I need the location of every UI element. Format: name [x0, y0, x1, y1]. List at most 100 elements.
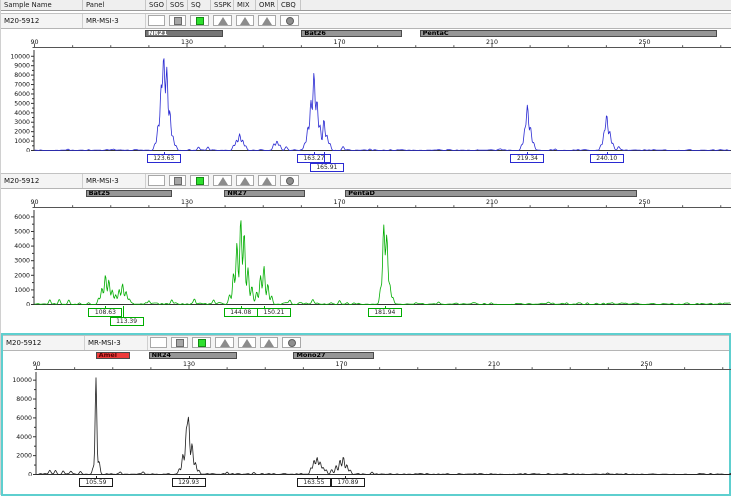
marker-bar-nr24[interactable]: NR24 — [149, 352, 237, 359]
peak-size-label[interactable]: 163.55 — [297, 478, 331, 487]
svg-text:6000: 6000 — [16, 415, 32, 422]
marker-bar-pentac[interactable]: PentaC — [420, 30, 717, 37]
flag-cell-sos[interactable] — [169, 15, 186, 26]
panel-name-cell[interactable]: MR-MSI-3 — [83, 174, 146, 188]
mix-flag-icon — [240, 17, 250, 25]
peak-label-leader — [123, 306, 124, 317]
marker-bar-row: NR21 Bat26 PentaC — [1, 29, 731, 38]
peak-size-label[interactable]: 129.93 — [172, 478, 206, 487]
peak-size-label[interactable]: 170.89 — [331, 478, 365, 487]
marker-bar-amel[interactable]: Amel — [96, 352, 130, 359]
flag-cell-sspk[interactable] — [215, 337, 234, 348]
sample-panel-3-selected: M20-5912MR-MSI-3AmelNR24Mono279013017021… — [1, 333, 731, 496]
column-header-cbq[interactable]: CBQ — [278, 0, 301, 10]
svg-text:250: 250 — [640, 361, 652, 368]
marker-bar-bat25[interactable]: Bat25 — [86, 190, 172, 197]
sample-name-cell[interactable]: M20-5912 — [1, 14, 83, 28]
flag-cell-sspk[interactable] — [213, 175, 232, 186]
svg-text:130: 130 — [181, 199, 193, 206]
flag-cell-cbq[interactable] — [280, 175, 299, 186]
flag-cell-cbq[interactable] — [280, 15, 299, 26]
flag-cell-mix[interactable] — [236, 15, 254, 26]
panel-name-cell[interactable]: MR-MSI-3 — [85, 336, 148, 350]
omr-flag-icon — [264, 339, 274, 347]
flag-cell-omr[interactable] — [260, 337, 278, 348]
flag-cell-cbq[interactable] — [282, 337, 301, 348]
peak-size-label[interactable]: 108.63 — [88, 308, 122, 317]
size-ruler: 90130170210250 — [1, 38, 731, 48]
peak-size-label[interactable]: 240.10 — [590, 154, 624, 163]
flag-cell-sgo[interactable] — [148, 175, 165, 186]
sample-panel-1: M20-5912MR-MSI-3NR21Bat26PentaC901301702… — [1, 13, 731, 171]
flag-cell-sgo[interactable] — [148, 15, 165, 26]
column-header-sos[interactable]: SOS — [167, 0, 188, 10]
flag-cell-sq[interactable] — [190, 175, 209, 186]
column-header-sq[interactable]: SQ — [188, 0, 211, 10]
panel-name-cell[interactable]: MR-MSI-3 — [83, 14, 146, 28]
peak-size-label[interactable]: 144.08 — [224, 308, 258, 317]
svg-text:8000: 8000 — [14, 72, 30, 79]
peak-size-label[interactable]: 219.34 — [510, 154, 544, 163]
column-header-sgo[interactable]: SGO — [146, 0, 167, 10]
electropherogram-plot[interactable]: 0100020003000400050006000 — [1, 208, 731, 306]
flag-cell-mix[interactable] — [238, 337, 256, 348]
marker-bar-bat26[interactable]: Bat26 — [301, 30, 402, 37]
column-header-omr[interactable]: OMR — [256, 0, 278, 10]
marker-bar-pentad[interactable]: PentaD — [345, 190, 637, 197]
peak-label-leader — [324, 152, 325, 163]
electropherogram-plot[interactable]: 0200040006000800010000 — [3, 370, 731, 476]
column-header-mix[interactable]: MIX — [234, 0, 256, 10]
peak-label-zone: 123.63 163.27165.91 219.34 240.10 — [1, 152, 731, 171]
peak-label-zone: 105.59 129.93 163.55170.89 — [3, 476, 729, 494]
svg-text:4000: 4000 — [14, 243, 30, 250]
svg-text:170: 170 — [333, 39, 345, 46]
sample-row[interactable]: M20-5912MR-MSI-3 — [1, 173, 731, 189]
sspk-flag-icon — [218, 17, 228, 25]
sos-flag-icon — [174, 17, 182, 25]
marker-bar-nr27[interactable]: NR27 — [224, 190, 305, 197]
table-header-row: Sample NamePanelSGOSOSSQSSPKMIXOMRCBQ — [1, 0, 731, 11]
svg-text:130: 130 — [181, 39, 193, 46]
flag-cell-omr[interactable] — [258, 175, 276, 186]
cbq-flag-icon — [286, 177, 294, 185]
svg-text:90: 90 — [32, 361, 40, 368]
flag-cell-mix[interactable] — [236, 175, 254, 186]
sample-name-cell[interactable]: M20-5912 — [3, 336, 85, 350]
flag-cell-omr[interactable] — [258, 15, 276, 26]
size-ruler: 90130170210250 — [3, 360, 731, 370]
peak-size-label[interactable]: 105.59 — [79, 478, 113, 487]
svg-text:1000: 1000 — [14, 287, 30, 294]
marker-bar-nr21[interactable]: NR21 — [145, 30, 223, 37]
svg-text:210: 210 — [488, 361, 500, 368]
svg-text:2000: 2000 — [16, 453, 32, 460]
peak-size-label[interactable]: 163.27 — [297, 154, 331, 163]
sos-flag-icon — [174, 177, 182, 185]
electropherogram-plot[interactable]: 0100020003000400050006000700080009000100… — [1, 48, 731, 152]
column-header-sample-name[interactable]: Sample Name — [1, 0, 83, 10]
sample-row[interactable]: M20-5912MR-MSI-3 — [1, 13, 731, 29]
svg-text:250: 250 — [638, 39, 650, 46]
flag-cell-sspk[interactable] — [213, 15, 232, 26]
flag-cell-sq[interactable] — [190, 15, 209, 26]
svg-text:90: 90 — [30, 199, 38, 206]
svg-text:8000: 8000 — [16, 396, 32, 403]
size-ruler: 90130170210250 — [1, 198, 731, 208]
peak-size-label[interactable]: 123.63 — [147, 154, 181, 163]
sample-row[interactable]: M20-5912MR-MSI-3 — [3, 335, 729, 351]
flag-cell-sq[interactable] — [192, 337, 211, 348]
peak-size-label[interactable]: 113.39 — [110, 317, 144, 326]
sample-name-cell[interactable]: M20-5912 — [1, 174, 83, 188]
svg-text:250: 250 — [638, 199, 650, 206]
column-header-sspk[interactable]: SSPK — [211, 0, 234, 10]
peak-size-label[interactable]: 181.94 — [368, 308, 402, 317]
peak-size-label[interactable]: 165.91 — [310, 163, 344, 172]
peak-size-label[interactable]: 150.21 — [257, 308, 291, 317]
flag-cell-sos[interactable] — [169, 175, 186, 186]
svg-text:5000: 5000 — [14, 228, 30, 235]
svg-text:2000: 2000 — [14, 272, 30, 279]
flag-cell-sgo[interactable] — [150, 337, 167, 348]
mix-flag-icon — [242, 339, 252, 347]
flag-cell-sos[interactable] — [171, 337, 188, 348]
marker-bar-mono27[interactable]: Mono27 — [293, 352, 373, 359]
column-header-panel[interactable]: Panel — [83, 0, 146, 10]
